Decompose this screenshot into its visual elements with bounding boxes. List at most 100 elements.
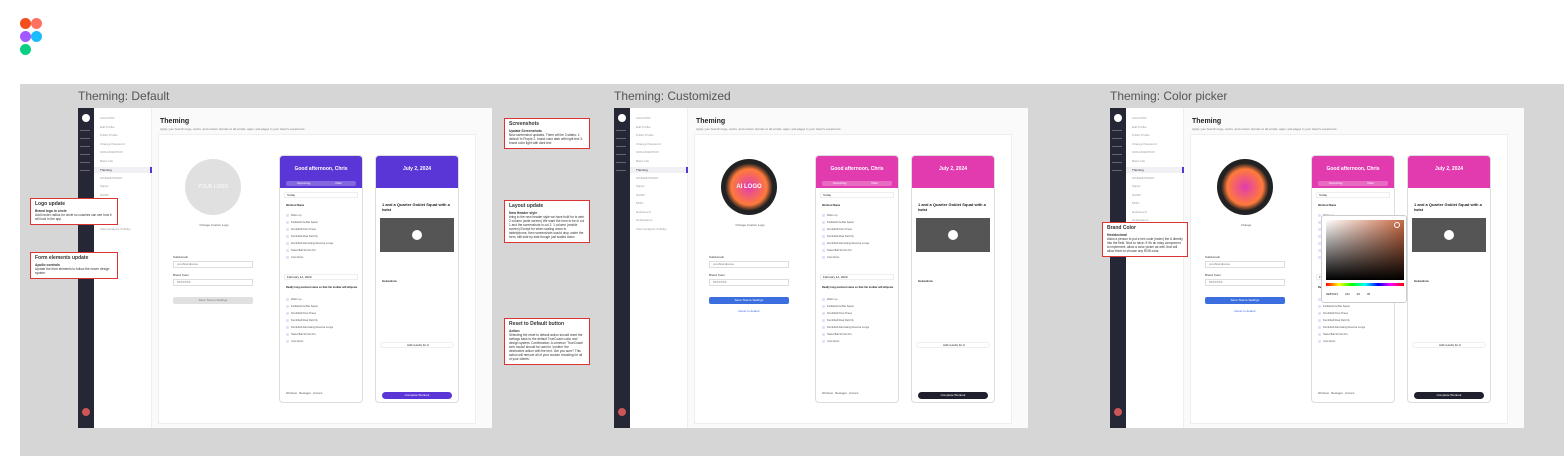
avatar[interactable] [82,408,90,416]
sidebar-item[interactable]: Client analysis visibility [636,227,667,231]
logo-preview[interactable]: AI LOGO [721,159,777,215]
sidebar-item[interactable]: Zapier [636,184,645,188]
exercise-video[interactable] [380,218,454,252]
sidebar-item[interactable]: Public Profile [636,133,654,137]
tab-past[interactable]: Past [1353,181,1388,185]
tab-past[interactable]: Past [857,181,892,185]
add-results-button[interactable]: Add results for A [1412,342,1486,348]
today-row[interactable]: Today [1316,192,1390,198]
app-logo-icon[interactable] [618,114,626,122]
color-picker[interactable]: #E86023 232 96 35 [1321,215,1407,303]
sidebar-item[interactable]: MISC [636,201,644,205]
nav-icon[interactable] [616,130,626,131]
phone-tabs[interactable]: Upcoming Past [1318,181,1388,186]
subdomain-input[interactable]: yourbrandname [1205,261,1285,268]
sidebar-item[interactable]: MISC [1132,201,1140,205]
save-theme-button[interactable]: Save Theme Settings [1205,297,1285,304]
save-theme-button[interactable]: Save Theme Settings [709,297,789,304]
nav-icon[interactable] [616,162,626,163]
color-values[interactable]: #E86023 232 96 35 [1326,292,1370,296]
nav-icon[interactable] [80,154,90,155]
sidebar-item[interactable]: Dashboard [1132,210,1147,214]
date-row[interactable]: February 14, 2020 [284,274,358,280]
nav-icon[interactable] [80,138,90,139]
sidebar-item[interactable]: ORGANIZATION [1132,150,1155,154]
logo-preview[interactable]: YOUR LOGO [185,159,241,215]
sidebar-item[interactable]: Public Profile [1132,133,1150,137]
avatar[interactable] [1114,408,1122,416]
exercise-video[interactable] [916,218,990,252]
nav-icon[interactable] [616,146,626,147]
sidebar-item[interactable]: INTEGRATIONS [100,176,122,180]
subdomain-input[interactable]: yourbrandname [173,261,253,268]
play-icon[interactable] [1444,230,1454,240]
sidebar-item[interactable]: Zapier [1132,184,1141,188]
nav-icon[interactable] [80,130,90,131]
save-theme-button[interactable]: Save Theme Settings [173,297,253,304]
exercise-video[interactable] [1412,218,1486,252]
complete-workout-button[interactable]: Complete Workout [382,392,452,399]
nav-icon[interactable] [616,138,626,139]
nav-icon[interactable] [1112,146,1122,147]
logo-preview[interactable] [1217,159,1273,215]
sidebar-item[interactable]: Dashboard [636,210,651,214]
sidebar-item[interactable]: Public Profile [100,133,118,137]
change-logo-button[interactable]: Change Custom Logo [715,223,785,227]
play-icon[interactable] [412,230,422,240]
picker-handle-icon[interactable] [1394,222,1400,228]
sidebar-item[interactable]: Basic Info [1132,159,1145,163]
sidebar-item[interactable]: Theming [94,167,152,173]
nav-icon[interactable] [80,146,90,147]
add-results-button[interactable]: Add results for A [916,342,990,348]
phone-tabs[interactable]: Upcoming Past [822,181,892,186]
change-logo-button[interactable]: Change [1211,223,1281,227]
sidebar-item[interactable]: ACCOUNT [1132,116,1147,120]
tab-upcoming[interactable]: Upcoming [1318,181,1353,185]
tab-upcoming[interactable]: Upcoming [822,181,857,185]
nav-icon[interactable] [80,170,90,171]
reset-default-link[interactable]: Reset to default [1205,309,1285,313]
play-icon[interactable] [948,230,958,240]
sidebar-item[interactable]: Change Password [1132,142,1157,146]
sidebar-item[interactable]: Basic Info [100,159,113,163]
bottom-nav[interactable]: Workouts Messages Account [286,392,322,395]
nav-icon[interactable] [616,154,626,155]
add-results-button[interactable]: Add results for A [380,342,454,348]
color-area[interactable] [1326,220,1404,280]
sidebar-item[interactable]: NASM [1132,193,1141,197]
sidebar-item[interactable]: Theming [1126,167,1184,173]
nav-icon[interactable] [1112,154,1122,155]
sidebar-item[interactable]: Notifications [636,218,652,222]
tab-upcoming[interactable]: Upcoming [286,181,321,185]
nav-icon[interactable] [80,162,90,163]
complete-workout-button[interactable]: Complete Workout [1414,392,1484,399]
change-logo-button[interactable]: Change Custom Logo [179,223,249,227]
nav-icon[interactable] [1112,138,1122,139]
sidebar-item[interactable]: Change Password [636,142,661,146]
bottom-nav[interactable]: Workouts Messages Account [1318,392,1354,395]
sidebar-item[interactable]: ACCOUNT [636,116,651,120]
nav-icon[interactable] [1112,170,1122,171]
sidebar-item[interactable]: ORGANIZATION [636,150,659,154]
bottom-nav[interactable]: Workouts Messages Account [822,392,858,395]
sidebar-item[interactable]: Edit Profile [636,125,651,129]
avatar[interactable] [618,408,626,416]
app-logo-icon[interactable] [82,114,90,122]
sidebar-item[interactable]: Change Password [100,142,125,146]
sidebar-item[interactable]: Theming [630,167,688,173]
sidebar-item[interactable]: Basic Info [636,159,649,163]
brand-color-input[interactable]: #XXXXXX [1205,279,1285,286]
nav-icon[interactable] [1112,130,1122,131]
today-row[interactable]: Today [284,192,358,198]
nav-icon[interactable] [1112,162,1122,163]
sidebar-item[interactable]: ORGANIZATION [100,150,123,154]
sidebar-item[interactable]: Client analysis visibility [100,227,131,231]
date-row[interactable]: February 14, 2020 [820,274,894,280]
complete-workout-button[interactable]: Complete Workout [918,392,988,399]
reset-default-link[interactable]: Reset to default [709,309,789,313]
brand-color-input[interactable]: #XXXXXX [709,279,789,286]
subdomain-input[interactable]: yourbrandname [709,261,789,268]
brand-color-input[interactable]: #XXXXXX [173,279,253,286]
sidebar-item[interactable]: Zapier [100,184,109,188]
sidebar-item[interactable]: NASM [100,193,109,197]
